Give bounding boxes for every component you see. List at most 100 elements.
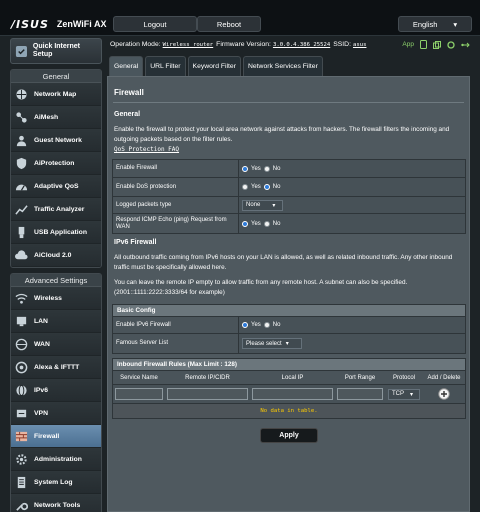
tab-general[interactable]: General xyxy=(109,56,144,76)
sidebar-item-alexa-ifttt[interactable]: Alexa & IFTTT xyxy=(11,356,101,379)
sidebar-item-system-log[interactable]: System Log xyxy=(11,471,101,494)
column-header: Port Range xyxy=(344,374,376,381)
op-mode-link[interactable]: Wireless router xyxy=(163,42,214,48)
sidebar-item-label: VPN xyxy=(34,409,48,417)
language-label: English xyxy=(412,19,438,29)
sidebar-item-firewall[interactable]: Firewall xyxy=(11,425,101,448)
logged-packets-row: Logged packets type None ▾ xyxy=(113,197,465,214)
ipv6-description-1: All outbound traffic coming from IPv6 ho… xyxy=(114,254,453,271)
icmp-yes-radio[interactable] xyxy=(242,220,248,227)
ipv6-section-title: IPv6 Firewall xyxy=(114,239,157,246)
sidebar-item-aimesh[interactable]: AiMesh xyxy=(11,106,101,129)
icmp-options: Yes No xyxy=(239,214,465,233)
app-link[interactable]: App xyxy=(402,41,414,48)
service-name-input[interactable] xyxy=(115,388,163,400)
tab-network-services-filter[interactable]: Network Services Filter xyxy=(242,56,323,76)
general-description: Enable the firewall to protect your loca… xyxy=(114,125,466,155)
sidebar-item-wan[interactable]: WAN xyxy=(11,333,101,356)
firmware-link[interactable]: 3.0.0.4.386_25524 xyxy=(273,42,330,48)
enable-dos-options: Yes No xyxy=(239,178,465,196)
enable-firewall-label: Enable Firewall xyxy=(113,160,239,177)
sidebar-item-network-map[interactable]: Network Map xyxy=(11,83,101,106)
log-icon xyxy=(15,476,28,489)
ipv6-description-2: You can leave the remote IP empty to all… xyxy=(114,279,408,296)
enable-dos-yes-radio[interactable] xyxy=(242,184,248,190)
logout-button[interactable]: Logout xyxy=(113,16,197,32)
language-select[interactable]: English ▾ xyxy=(398,16,472,32)
column-header: Service Name xyxy=(120,374,158,381)
remote-ip-input[interactable] xyxy=(167,388,248,400)
yes-label: Yes xyxy=(251,184,261,190)
sidebar-item-ipv6[interactable]: IPv6 xyxy=(11,379,101,402)
qos-faq-link[interactable]: QoS Protection FAQ xyxy=(114,145,466,155)
enable-ipv6-fw-label: Enable IPv6 Firewall xyxy=(113,317,239,333)
protocol-value: TCP xyxy=(392,391,404,397)
wireless-icon xyxy=(15,292,28,305)
no-label: No xyxy=(272,184,281,190)
column-header: Protocol xyxy=(392,374,415,381)
cloud-icon xyxy=(15,249,28,262)
brand-logo: /ISUS ZenWiFi AX xyxy=(11,18,107,31)
alexa-icon xyxy=(15,361,28,374)
ssid-link[interactable]: asus xyxy=(353,42,366,48)
logged-packets-select[interactable]: None ▾ xyxy=(242,199,283,211)
sidebar-item-vpn[interactable]: VPN xyxy=(11,402,101,425)
sidebar-item-label: Traffic Analyzer xyxy=(34,205,85,213)
yes-label: Yes xyxy=(251,220,261,227)
sidebar-item-label: WAN xyxy=(34,340,50,348)
sidebar-item-lan[interactable]: LAN xyxy=(11,310,101,333)
enable-firewall-yes-radio[interactable] xyxy=(242,165,248,172)
lan-icon xyxy=(15,315,28,328)
sidebar-item-aicloud[interactable]: AiCloud 2.0 xyxy=(11,244,101,267)
famous-server-label: Famous Server List xyxy=(113,334,239,353)
sidebar-item-traffic-analyzer[interactable]: Traffic Analyzer xyxy=(11,198,101,221)
sidebar-item-adaptive-qos[interactable]: Adaptive QoS xyxy=(11,175,101,198)
famous-server-cell: Please select ▾ xyxy=(239,334,465,353)
tab-url-filter[interactable]: URL Filter xyxy=(145,56,186,76)
reboot-button[interactable]: Reboot xyxy=(197,16,261,32)
basic-config-header: Basic Config xyxy=(113,305,465,317)
sidebar-item-label: LAN xyxy=(34,317,48,325)
enable-firewall-no-radio[interactable] xyxy=(263,165,270,172)
tab-bar: General URL Filter Keyword Filter Networ… xyxy=(109,56,323,76)
empty-table-message: No data in table. xyxy=(113,404,465,418)
port-range-input[interactable] xyxy=(337,388,383,400)
enable-ipv6-fw-yes-radio[interactable] xyxy=(242,322,248,328)
settings-icon xyxy=(447,40,455,49)
protocol-select[interactable]: TCP ▾ xyxy=(388,388,420,400)
model-name: ZenWiFi AX xyxy=(56,19,107,29)
apply-button[interactable]: Apply xyxy=(260,428,318,443)
no-label: No xyxy=(272,220,281,227)
local-ip-input[interactable] xyxy=(252,388,333,400)
tools-icon xyxy=(15,499,29,512)
sidebar-item-label: System Log xyxy=(34,478,73,486)
sidebar-item-aiprotection[interactable]: AiProtection xyxy=(11,152,101,175)
sidebar-item-wireless[interactable]: Wireless xyxy=(11,287,101,310)
sidebar-item-network-tools[interactable]: Network Tools xyxy=(11,494,101,512)
add-rule-button[interactable] xyxy=(438,388,450,400)
icmp-no-radio[interactable] xyxy=(263,220,270,227)
column-header: Remote IP/CIDR xyxy=(185,374,230,381)
vpn-icon xyxy=(15,407,28,420)
aimesh-icon xyxy=(15,111,28,124)
sidebar: Quick Internet Setup General Network Map… xyxy=(10,38,102,512)
firewall-icon xyxy=(15,430,28,443)
quick-internet-setup-button[interactable]: Quick Internet Setup xyxy=(10,38,102,64)
enable-ipv6-fw-no-radio[interactable] xyxy=(263,322,270,328)
logged-packets-cell: None ▾ xyxy=(239,197,465,213)
sidebar-item-guest-network[interactable]: Guest Network xyxy=(11,129,101,152)
sidebar-item-label: Network Tools xyxy=(34,501,81,509)
gear-icon xyxy=(15,453,28,466)
enable-firewall-row: Enable Firewall Yes No xyxy=(113,160,465,178)
general-section-title: General xyxy=(114,111,141,118)
top-bar: /ISUS ZenWiFi AX Logout Reboot English ▾ xyxy=(0,0,480,36)
sidebar-item-usb-application[interactable]: USB Application xyxy=(11,221,101,244)
phone-icon xyxy=(420,40,427,49)
tab-keyword-filter[interactable]: Keyword Filter xyxy=(187,56,241,76)
sidebar-item-label: AiProtection xyxy=(34,159,75,167)
sidebar-item-administration[interactable]: Administration xyxy=(11,448,101,471)
famous-server-select[interactable]: Please select ▾ xyxy=(242,338,302,349)
inbound-rule-entry-row: TCP ▾ xyxy=(113,385,465,404)
enable-dos-no-radio[interactable] xyxy=(263,184,270,190)
chevron-down-icon: ▾ xyxy=(410,391,414,398)
